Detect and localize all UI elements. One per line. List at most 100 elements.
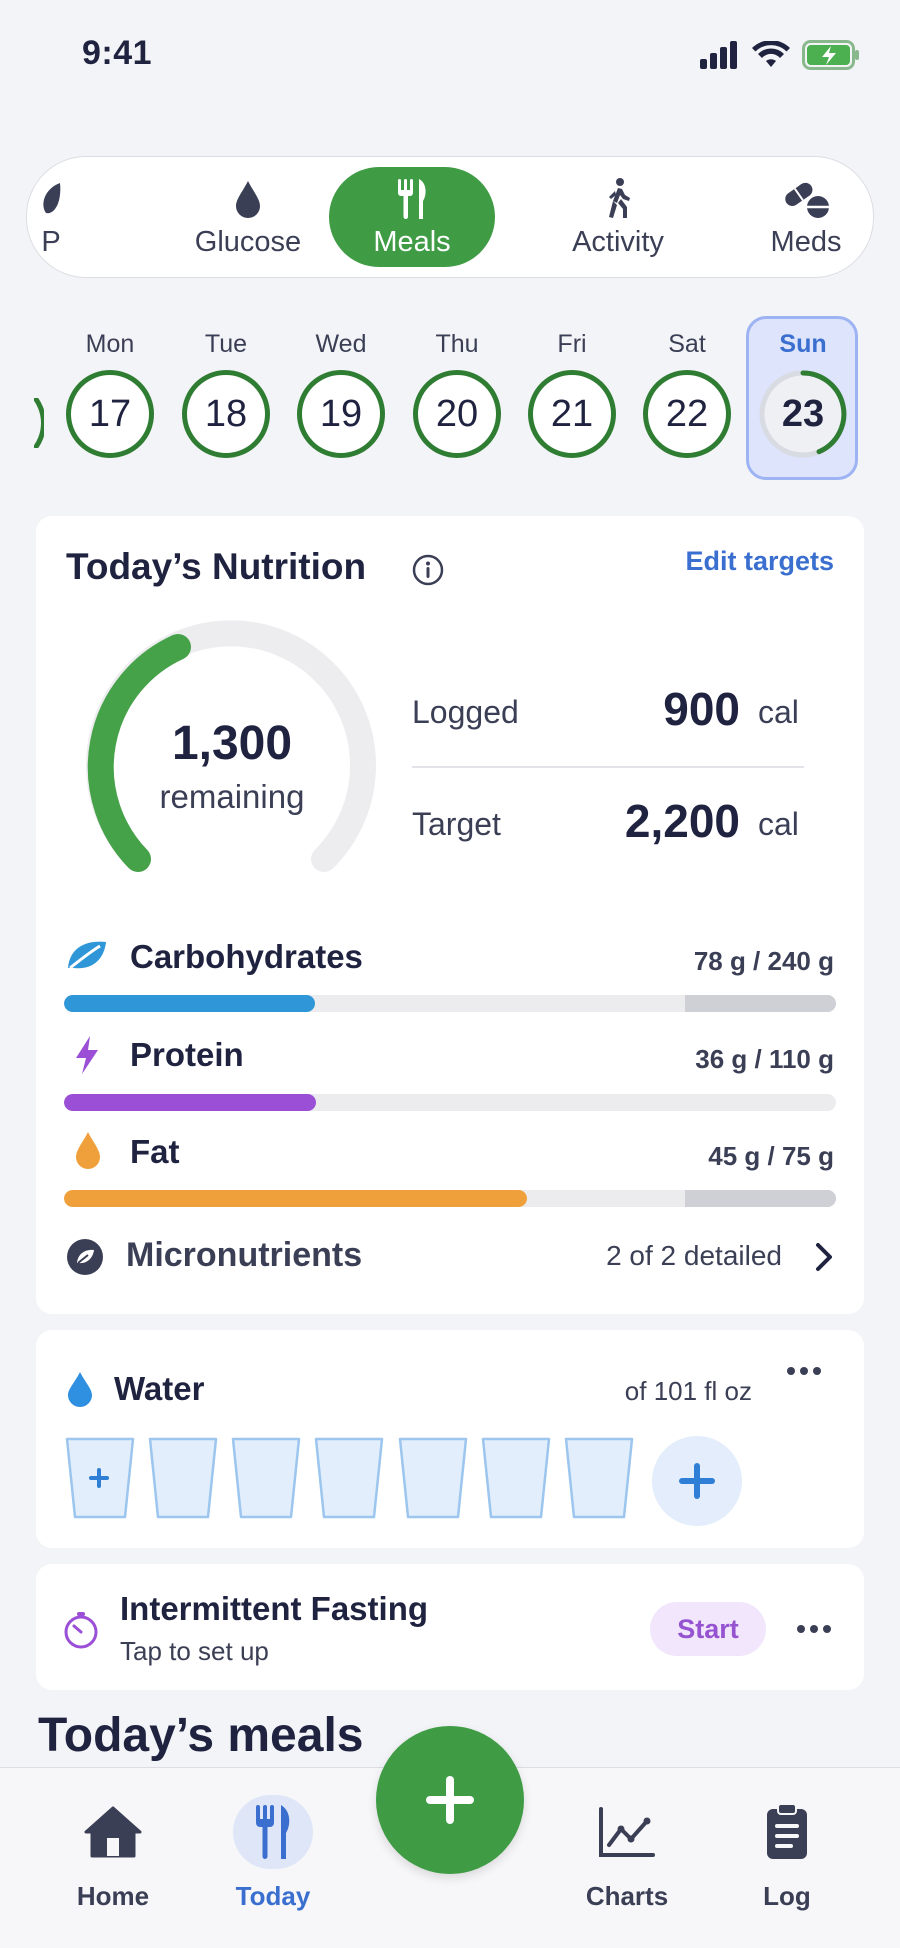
tab-log[interactable]: Log	[722, 1795, 852, 1912]
day-wed[interactable]: Wed 19	[289, 330, 393, 458]
water-cup[interactable]	[563, 1436, 635, 1520]
day-name: Wed	[315, 330, 367, 358]
tab-today[interactable]: Today	[208, 1795, 338, 1912]
status-icons	[700, 40, 860, 70]
plus-icon	[679, 1463, 715, 1499]
day-prev-partial[interactable]	[34, 398, 44, 448]
tab-charts[interactable]: Charts	[562, 1795, 692, 1912]
day-number: 17	[66, 370, 154, 458]
tab-home[interactable]: Home	[48, 1795, 178, 1912]
plus-icon	[426, 1776, 474, 1824]
day-name: Mon	[85, 330, 135, 358]
tab-meals-label: Meals	[373, 225, 451, 258]
day-fri[interactable]: Fri 21	[520, 330, 624, 458]
water-cup[interactable]	[147, 1436, 219, 1520]
tab-meals[interactable]: Meals	[329, 167, 495, 267]
water-cup[interactable]	[313, 1436, 385, 1520]
tab-meds[interactable]: Meds	[713, 157, 873, 277]
fasting-title: Intermittent Fasting	[120, 1590, 429, 1627]
add-entry-button[interactable]	[376, 1726, 524, 1874]
day-progress-ring: 23	[756, 367, 850, 461]
protein-progress-fill	[64, 1094, 316, 1111]
chart-icon	[599, 1807, 655, 1857]
day-number: 22	[643, 370, 731, 458]
tab-log-label: Log	[763, 1881, 811, 1911]
day-name: Thu	[435, 330, 479, 358]
category-tabs: P Glucose Meals Activity Meds	[26, 156, 874, 278]
tab-today-label: Today	[235, 1881, 311, 1911]
bolt-icon	[76, 1036, 98, 1074]
day-name: Sat	[668, 330, 706, 358]
drop-icon	[76, 1132, 100, 1169]
logged-value: 900	[663, 683, 740, 735]
day-number: 20	[413, 370, 501, 458]
protein-progress-bar	[64, 1094, 836, 1111]
water-more-icon[interactable]	[786, 1364, 822, 1378]
divider	[412, 766, 804, 768]
water-title: Water	[114, 1370, 205, 1407]
day-number: 21	[528, 370, 616, 458]
remaining-label: remaining	[159, 778, 305, 815]
macro-carbs-amount: 78 g / 240 g	[693, 946, 834, 976]
leaf-icon	[68, 941, 106, 970]
tab-glucose-label: Glucose	[194, 225, 302, 258]
fasting-start-button[interactable]: Start	[650, 1602, 766, 1656]
water-cup-add[interactable]	[64, 1436, 136, 1520]
logged-unit: cal	[758, 694, 799, 730]
day-tue[interactable]: Tue 18	[174, 330, 278, 458]
fat-progress-bar	[64, 1190, 836, 1207]
day-number: 19	[297, 370, 385, 458]
signal-icon	[700, 41, 737, 69]
fat-progress-fill	[64, 1190, 527, 1207]
micronutrients-count: 2 of 2 detailed	[606, 1240, 782, 1271]
water-cup[interactable]	[480, 1436, 552, 1520]
remaining-calories: 1,300	[171, 717, 293, 770]
category-tab-partial[interactable]: P	[27, 157, 81, 277]
day-number: 23	[781, 392, 825, 435]
day-sun[interactable]: Sun 23	[751, 330, 855, 461]
day-name: Fri	[557, 330, 587, 358]
day-thu[interactable]: Thu 20	[405, 330, 509, 458]
target-value: 2,200	[624, 795, 740, 847]
tab-charts-label: Charts	[585, 1881, 669, 1911]
macro-carbs-name: Carbohydrates	[130, 938, 363, 975]
edit-targets-link[interactable]: Edit targets	[685, 546, 834, 577]
micronutrients-label: Micronutrients	[126, 1236, 363, 1274]
carbs-progress-bar	[64, 995, 836, 1012]
water-cup[interactable]	[397, 1436, 469, 1520]
add-water-button[interactable]	[652, 1436, 742, 1526]
water-goal: of 101 fl oz	[624, 1376, 752, 1406]
category-tab-partial-label: P	[41, 225, 61, 258]
home-icon	[84, 1806, 142, 1858]
day-mon[interactable]: Mon 17	[58, 330, 162, 458]
info-icon[interactable]	[412, 554, 444, 591]
day-number: 18	[182, 370, 270, 458]
fork-knife-icon	[398, 178, 426, 219]
water-drop-icon	[68, 1372, 92, 1407]
wifi-icon	[752, 41, 790, 67]
tab-home-label: Home	[76, 1881, 150, 1911]
partial-icon	[43, 182, 61, 213]
tab-glucose[interactable]: Glucose	[155, 157, 341, 277]
day-name: Sun	[779, 330, 827, 358]
fasting-more-icon[interactable]	[796, 1622, 832, 1636]
macro-fat-amount: 45 g / 75 g	[708, 1141, 834, 1171]
tab-meds-label: Meds	[770, 225, 842, 258]
day-name: Tue	[204, 330, 248, 358]
meals-heading: Today’s meals	[38, 1709, 364, 1762]
macro-protein-amount: 36 g / 110 g	[695, 1044, 834, 1074]
tab-activity[interactable]: Activity	[525, 157, 711, 277]
fork-knife-icon	[256, 1805, 290, 1859]
target-label: Target	[412, 806, 501, 842]
tab-activity-label: Activity	[572, 225, 664, 258]
drop-icon	[236, 180, 260, 218]
water-cup[interactable]	[230, 1436, 302, 1520]
battery-charging-icon	[802, 40, 859, 70]
target-unit: cal	[758, 806, 799, 842]
fasting-subtitle: Tap to set up	[120, 1636, 269, 1666]
micronutrients-icon	[67, 1239, 103, 1275]
carbs-progress-fill	[64, 995, 315, 1012]
day-sat[interactable]: Sat 22	[635, 330, 739, 458]
macro-protein-name: Protein	[130, 1036, 244, 1073]
logged-label: Logged	[412, 694, 519, 730]
